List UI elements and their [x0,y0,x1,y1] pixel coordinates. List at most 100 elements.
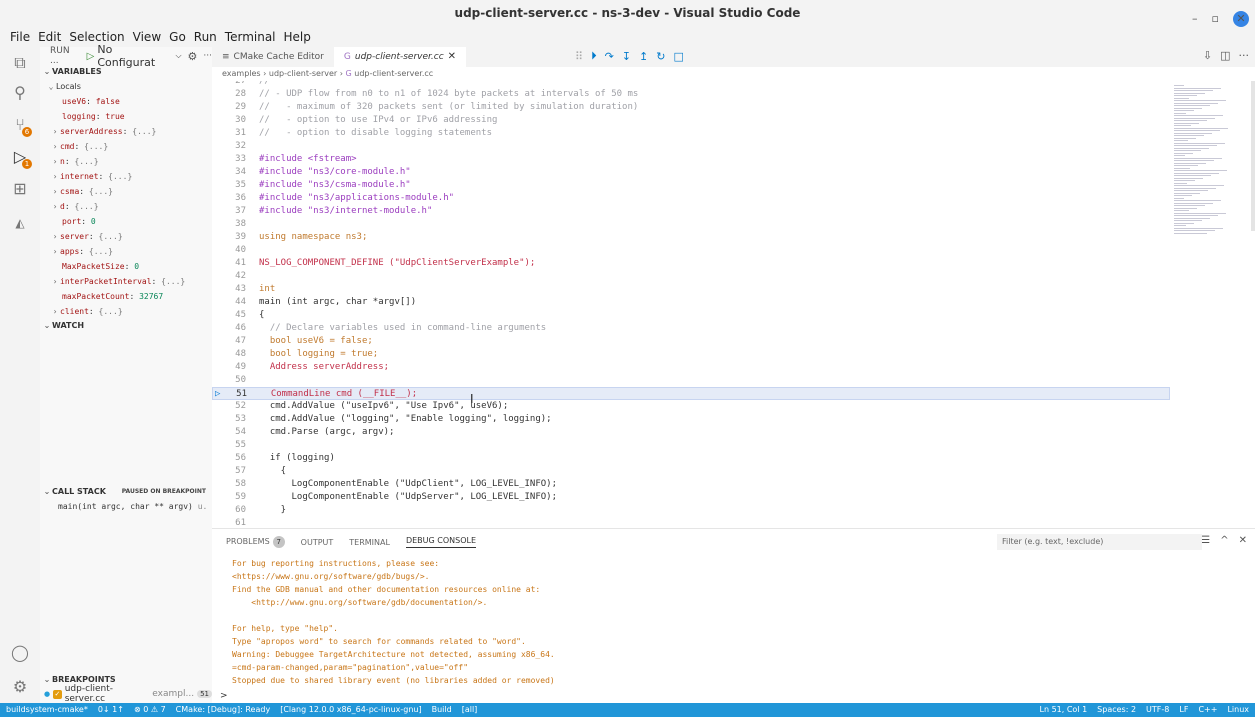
call-stack-header[interactable]: ⌄ CALL STACK [40,485,106,499]
step-over-icon[interactable]: ↷ [605,50,614,63]
more-icon[interactable]: ··· [203,51,212,61]
menu-terminal[interactable]: Terminal [221,27,280,47]
variable-item[interactable]: › n: {...} [40,154,212,169]
close-tab-icon[interactable]: ✕ [448,47,456,67]
code-line[interactable]: 54 cmd.Parse (argc, argv); [212,426,1170,439]
stop-icon[interactable]: □ [673,50,683,63]
status-item[interactable]: [Clang 12.0.0 x86_64-pc-linux-gnu] [280,703,421,717]
variable-item[interactable]: › server: {...} [40,229,212,244]
code-line[interactable]: 60 } [212,504,1170,517]
settings-gear-icon[interactable]: ⚙ [10,677,30,697]
code-line[interactable]: 39 using namespace ns3; [212,231,1170,244]
variable-item[interactable]: MaxPacketSize: 0 [40,259,212,274]
step-out-icon[interactable]: ↥ [639,50,648,63]
split-editor-icon[interactable]: ◫ [1220,49,1230,62]
code-line[interactable]: 40 [212,244,1170,257]
code-line[interactable]: 37 #include "ns3/internet-module.h" [212,205,1170,218]
menu-edit[interactable]: Edit [34,27,65,47]
code-line[interactable]: 45 { [212,309,1170,322]
breakpoint-item[interactable]: ● ✓ udp-client-server.cc exampl... 51 [40,684,212,704]
code-line[interactable]: 35 #include "ns3/csma-module.h" [212,179,1170,192]
code-line[interactable]: 42 [212,270,1170,283]
variable-item[interactable]: › cmd: {...} [40,139,212,154]
gear-icon[interactable]: ⚙ [188,50,198,63]
menu-file[interactable]: File [6,27,34,47]
more-actions-icon[interactable]: ··· [1239,49,1250,62]
checkbox-checked-icon[interactable]: ✓ [53,689,62,699]
code-line[interactable]: 34 #include "ns3/core-module.h" [212,166,1170,179]
variable-item[interactable]: › internet: {...} [40,169,212,184]
code-line[interactable]: 46 // Declare variables used in command-… [212,322,1170,335]
menu-help[interactable]: Help [280,27,315,47]
code-line[interactable]: 28 // - UDP flow from n0 to n1 of 1024 by… [212,88,1170,101]
variable-item[interactable]: logging: true [40,109,212,124]
code-line[interactable]: 27 // [212,81,1170,88]
variable-item[interactable]: › apps: {...} [40,244,212,259]
tab-debug-console[interactable]: DEBUG CONSOLE [405,536,477,548]
close-panel-icon[interactable]: ✕ [1239,535,1247,546]
code-line[interactable]: 56 if (logging) [212,452,1170,465]
code-line[interactable]: 49 Address serverAddress; [212,361,1170,374]
code-line[interactable]: 29 // - maximum of 320 packets sent (or l… [212,101,1170,114]
status-item[interactable]: Build [432,703,452,717]
breadcrumb-item[interactable]: examples [222,69,261,78]
variable-item[interactable]: › csma: {...} [40,184,212,199]
tab-terminal[interactable]: TERMINAL [349,538,390,547]
code-line[interactable]: 41 NS_LOG_COMPONENT_DEFINE ("UdpClientSer… [212,257,1170,270]
status-item[interactable]: [all] [462,703,478,717]
code-line[interactable]: 30 // - option to use IPv4 or IPv6 addres… [212,114,1170,127]
status-item[interactable]: CMake: [Debug]: Ready [176,703,271,717]
call-stack-frame[interactable]: main(int argc, char ** argv) u. [40,499,212,514]
status-item[interactable]: LF [1179,703,1188,717]
code-line[interactable]: 48 bool logging = true; [212,348,1170,361]
code-line[interactable]: 58 LogComponentEnable ("UdpClient", LOG_… [212,478,1170,491]
variable-item[interactable]: › interPacketInterval: {...} [40,274,212,289]
console-prompt[interactable]: > [220,691,228,701]
continue-icon[interactable]: ⏵ [591,49,597,63]
account-icon[interactable]: ◯ [10,643,30,663]
variable-item[interactable]: › client: {...} [40,304,212,319]
chevron-up-icon[interactable]: ^ [1220,535,1228,546]
code-line[interactable]: 50 [212,374,1170,387]
status-item[interactable]: Ln 51, Col 1 [1040,703,1088,717]
code-line[interactable]: 44 main (int argc, char *argv[]) [212,296,1170,309]
breadcrumb-item[interactable]: udp-client-server [269,69,337,78]
status-item[interactable]: ⊗ 0 ⚠ 7 [134,703,166,717]
code-line[interactable]: 55 [212,439,1170,452]
tab-cmake-cache-editor[interactable]: ≡ CMake Cache Editor [212,47,334,67]
minimap[interactable] [1170,81,1255,528]
variable-item[interactable]: port: 0 [40,214,212,229]
code-line[interactable]: 61 [212,517,1170,528]
status-item[interactable]: C++ [1198,703,1217,717]
code-line[interactable]: 53 cmd.AddValue ("logging", "Enable logg… [212,413,1170,426]
menu-run[interactable]: Run [190,27,221,47]
code-line[interactable]: 43 int [212,283,1170,296]
restart-icon[interactable]: ↻ [656,50,665,63]
tab-udp-client-server[interactable]: G udp-client-server.cc ✕ [333,47,467,67]
code-line[interactable]: 52 cmd.AddValue ("useIpv6", "Use Ipv6", … [212,400,1170,413]
code-line[interactable]: 31 // - option to disable logging stateme… [212,127,1170,140]
tab-output[interactable]: OUTPUT [301,538,334,547]
code-line[interactable]: 36 #include "ns3/applications-module.h" [212,192,1170,205]
code-line[interactable]: 57 { [212,465,1170,478]
close-button[interactable]: ✕ [1233,10,1249,27]
step-into-icon[interactable]: ↧ [622,50,631,63]
code-line[interactable]: 38 [212,218,1170,231]
scrollbar[interactable] [1251,81,1255,231]
status-item[interactable]: 0↓ 1↑ [98,703,124,717]
breadcrumb-item[interactable]: udp-client-server.cc [354,69,433,78]
status-item[interactable]: buildsystem-cmake* [6,703,88,717]
explorer-icon[interactable]: ⧉ [10,53,30,73]
start-debug-icon[interactable]: ▷ [87,51,95,62]
watch-section-header[interactable]: ⌄ WATCH [40,319,212,333]
code-editor[interactable]: 27 // 28 // - UDP flow from n0 to n1 of 102… [212,81,1170,528]
variable-item[interactable]: › serverAddress: {...} [40,124,212,139]
code-line[interactable]: 33 #include <fstream> [212,153,1170,166]
open-changes-icon[interactable]: ⇩ [1203,49,1212,62]
status-item[interactable]: Spaces: 2 [1097,703,1136,717]
variable-item[interactable]: maxPacketCount: 32767 [40,289,212,304]
current-line[interactable]: ▷ 51 CommandLine cmd (__FILE__); [212,387,1170,400]
code-line[interactable]: 59 LogComponentEnable ("UdpServer", LOG_… [212,491,1170,504]
search-icon[interactable]: ⚲ [10,83,30,103]
drag-handle-icon[interactable]: ⠿ [575,50,583,63]
